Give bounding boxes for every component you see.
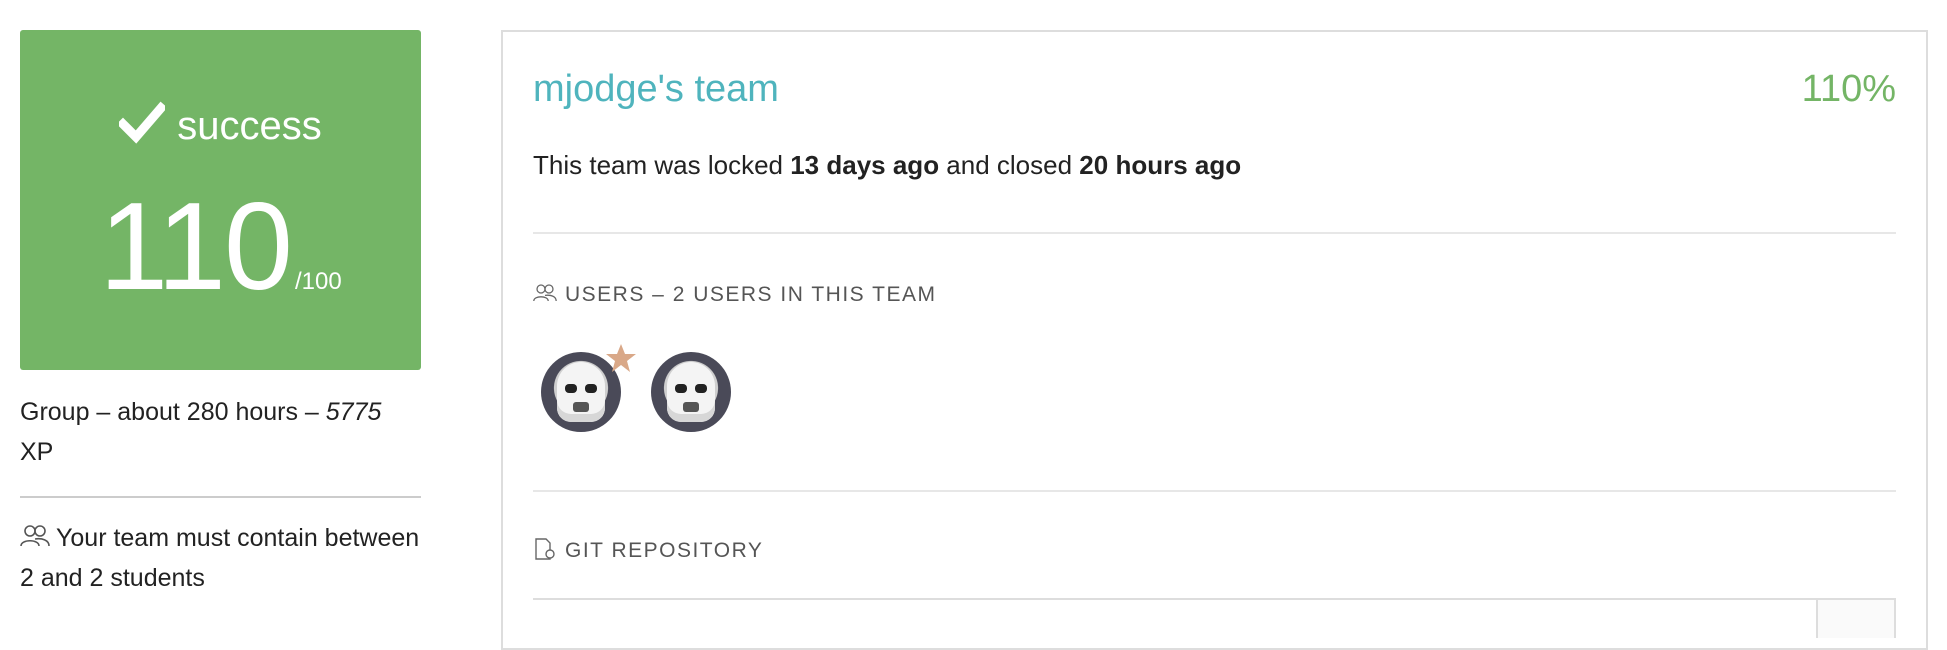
project-xp-unit: XP [20, 438, 54, 466]
avatar-image [557, 362, 605, 422]
project-xp: 5775 [325, 398, 382, 426]
git-section-text: GIT REPOSITORY [565, 539, 764, 562]
project-meta-text: Group – about 280 hours – [20, 398, 326, 426]
avatar-eye [565, 384, 577, 393]
left-column: success 110/100 Group – about 280 hours … [20, 30, 421, 598]
team-percent: 110% [1801, 68, 1896, 110]
avatar-mouth [683, 402, 699, 412]
copy-button[interactable] [1816, 598, 1896, 638]
git-repository-field[interactable] [533, 598, 1896, 640]
lock-prefix: This team was locked [533, 150, 791, 180]
users-icon [533, 284, 557, 302]
team-header: mjodge's team 110% [533, 64, 1896, 114]
locked-ago: 13 days ago [790, 150, 940, 180]
avatar-image [667, 362, 715, 422]
users-section-text: USERS – 2 USERS IN THIS TEAM [565, 283, 937, 306]
avatar[interactable] [651, 352, 731, 432]
status-label: success [177, 104, 322, 148]
divider [533, 490, 1896, 492]
check-icon [119, 101, 166, 144]
avatar-eye [695, 384, 707, 393]
status-box: success 110/100 [20, 30, 421, 370]
team-title[interactable]: mjodge's team [533, 68, 779, 110]
team-card: mjodge's team 110% This team was locked … [501, 30, 1928, 650]
status-line: success [20, 100, 421, 146]
git-file-icon [535, 538, 555, 560]
project-meta: Group – about 280 hours – 5775 XP [20, 392, 421, 498]
team-users [541, 344, 731, 432]
lock-middle: and closed [939, 150, 1080, 180]
divider [533, 232, 1896, 234]
team-rule-text: Your team must contain between 2 and 2 s… [20, 524, 420, 592]
avatar-mouth [573, 402, 589, 412]
team-size-rule: Your team must contain between 2 and 2 s… [20, 518, 421, 598]
users-section-label: USERS – 2 USERS IN THIS TEAM [533, 282, 936, 307]
score-line: 110/100 [20, 185, 421, 309]
users-icon [20, 525, 50, 547]
avatar[interactable] [541, 344, 636, 432]
avatar-eye [585, 384, 597, 393]
git-section-label: GIT REPOSITORY [533, 538, 763, 563]
project-page: success 110/100 Group – about 280 hours … [0, 0, 1947, 650]
team-lock-status: This team was locked 13 days ago and clo… [533, 150, 1241, 181]
score-max: /100 [294, 268, 342, 295]
closed-ago: 20 hours ago [1079, 150, 1242, 180]
avatar-eye [675, 384, 687, 393]
final-score: 110 [99, 178, 293, 316]
star-icon [606, 344, 636, 372]
